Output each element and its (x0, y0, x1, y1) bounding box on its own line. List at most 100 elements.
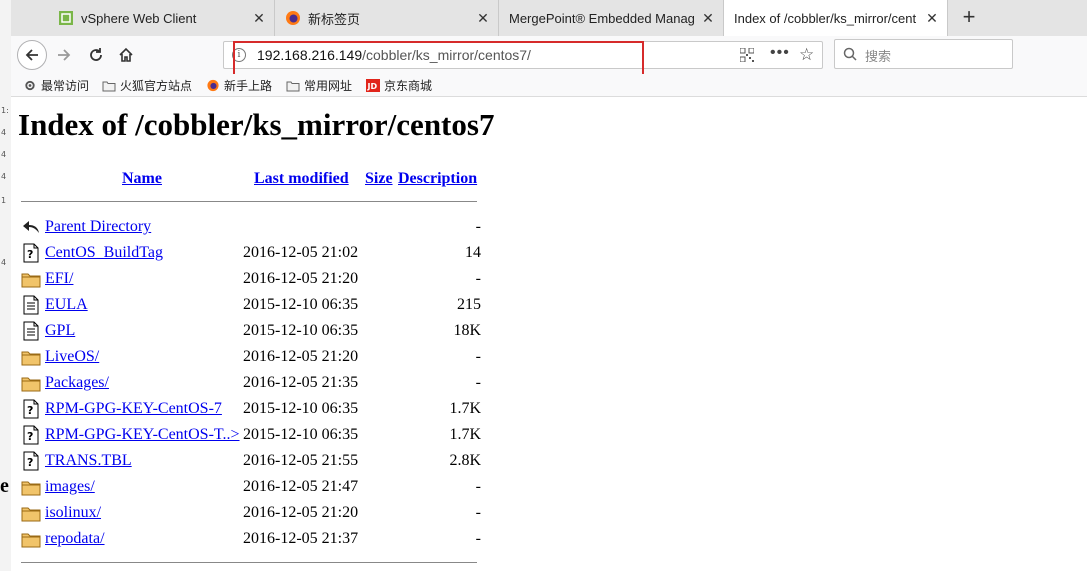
table-row: Packages/2016-12-05 21:35 - (21, 372, 481, 398)
close-icon[interactable]: ✕ (923, 10, 941, 27)
file-link[interactable]: TRANS.TBL (45, 452, 132, 470)
tab-title: MergePoint® Embedded Manag (509, 10, 695, 26)
reload-button[interactable] (81, 40, 111, 70)
last-modified: 2016-12-05 21:37 (243, 530, 359, 547)
last-modified: 2016-12-05 21:20 (243, 504, 359, 521)
new-tab-plus-icon[interactable]: + (955, 4, 983, 32)
table-row: ? TRANS.TBL 2016-12-05 21:55 2.8K (21, 450, 481, 476)
firefox-icon (207, 79, 219, 92)
forward-button[interactable] (49, 40, 79, 70)
file-link[interactable]: EFI/ (45, 270, 73, 288)
close-icon[interactable]: ✕ (699, 10, 717, 27)
text-file-icon (21, 295, 41, 315)
last-modified: 2016-12-05 21:55 (243, 452, 359, 469)
unknown-file-icon: ? (21, 451, 41, 471)
column-last-modified-link[interactable]: Last modified (254, 170, 349, 188)
table-row: LiveOS/2016-12-05 21:20 - (21, 346, 481, 372)
search-placeholder: 搜索 (865, 50, 892, 65)
close-icon[interactable]: ✕ (474, 10, 492, 27)
table-row: ? RPM-GPG-KEY-CentOS-7 2015-12-10 06:35 1.7… (21, 398, 481, 424)
file-size: - (475, 218, 481, 235)
table-row: EULA 2015-12-10 06:35 215 (21, 294, 481, 320)
tab-new-tab[interactable]: 新标签页 ✕ (275, 0, 499, 36)
tab-index-of-cobbler[interactable]: Index of /cobbler/ks_mirror/cent ✕ (724, 0, 948, 37)
bookmark-label: 新手上路 (224, 79, 273, 93)
forward-arrow-icon (58, 49, 71, 61)
bookmark-star-icon[interactable]: ☆ (799, 45, 814, 65)
file-link[interactable]: RPM-GPG-KEY-CentOS-7 (45, 400, 222, 418)
page-actions-icon[interactable]: ••• (770, 44, 790, 62)
file-link[interactable]: Packages/ (45, 374, 109, 392)
bookmark-common-sites[interactable]: 常用网址 (286, 77, 352, 94)
folder-icon (21, 347, 41, 367)
file-size: 215 (457, 296, 481, 313)
folder-icon (21, 529, 41, 549)
file-size: 1.7K (449, 400, 481, 417)
home-button[interactable] (111, 40, 141, 70)
last-modified: 2015-12-10 06:35 (243, 426, 359, 443)
back-icon (21, 217, 41, 237)
column-size-link[interactable]: Size (365, 170, 393, 188)
table-row: Parent Directory - (21, 216, 481, 242)
file-link[interactable]: GPL (45, 322, 75, 340)
folder-icon (286, 81, 300, 92)
page-title: Index of /cobbler/ks_mirror/centos7 (18, 107, 495, 142)
bookmark-label: 最常访问 (41, 79, 90, 93)
bookmark-firefox-official[interactable]: 火狐官方站点 (102, 77, 192, 94)
tab-title: vSphere Web Client (81, 10, 197, 26)
back-arrow-icon (25, 49, 38, 61)
directory-listing-page: Index of /cobbler/ks_mirror/centos7 Name… (11, 97, 1087, 571)
file-link[interactable]: repodata/ (45, 530, 105, 548)
footer-divider (21, 562, 477, 563)
file-size: - (475, 478, 481, 495)
search-input[interactable]: 搜索 (834, 39, 1013, 69)
file-size: 18K (453, 322, 481, 339)
table-row: repodata/2016-12-05 21:37 - (21, 528, 481, 554)
jd-logo-icon: JD (366, 79, 380, 92)
bookmark-label: 京东商城 (384, 79, 433, 93)
column-name-link[interactable]: Name (122, 170, 162, 188)
file-link[interactable]: isolinux/ (45, 504, 101, 522)
file-link[interactable]: RPM-GPG-KEY-CentOS-T..> (45, 426, 240, 444)
last-modified: 2015-12-10 06:35 (243, 296, 359, 313)
tab-bar: vSphere Web Client ✕ 新标签页 ✕ MergePoint® … (11, 0, 1087, 37)
close-icon[interactable]: ✕ (250, 10, 268, 27)
file-link[interactable]: EULA (45, 296, 88, 314)
file-link[interactable]: Parent Directory (45, 218, 151, 236)
text-file-icon (21, 321, 41, 341)
bookmarks-toolbar: 最常访问 火狐官方站点 新手上路 常用网址 JD 京东商城 (11, 74, 1087, 97)
home-icon (119, 47, 133, 62)
file-link[interactable]: LiveOS/ (45, 348, 99, 366)
back-button[interactable] (17, 40, 47, 70)
unknown-file-icon: ? (21, 399, 41, 419)
last-modified: 2016-12-05 21:20 (243, 348, 359, 365)
folder-icon (102, 81, 116, 92)
gear-icon (25, 80, 35, 91)
bookmark-getting-started[interactable]: 新手上路 (206, 77, 272, 94)
column-description-link[interactable]: Description (398, 170, 477, 188)
bookmark-most-visited[interactable]: 最常访问 (23, 77, 89, 94)
table-row: images/2016-12-05 21:47 - (21, 476, 481, 502)
bookmark-jd-mall[interactable]: JD 京东商城 (366, 77, 432, 94)
table-row: ? RPM-GPG-KEY-CentOS-T..> 2015-12-10 06:35… (21, 424, 481, 450)
file-size: - (475, 374, 481, 391)
tab-mergepoint[interactable]: MergePoint® Embedded Manag ✕ (499, 0, 724, 36)
file-link[interactable]: images/ (45, 478, 95, 496)
unknown-file-icon: ? (21, 243, 41, 263)
search-icon (843, 47, 857, 61)
last-modified: 2016-12-05 21:47 (243, 478, 359, 495)
folder-icon (21, 269, 41, 289)
svg-text:?: ? (27, 430, 33, 443)
last-modified: 2015-12-10 06:35 (243, 400, 359, 417)
file-size: - (475, 270, 481, 287)
tab-title: Index of /cobbler/ks_mirror/cent (734, 11, 917, 26)
vsphere-icon (59, 11, 73, 25)
qr-code-icon[interactable] (740, 48, 754, 62)
svg-text:?: ? (27, 248, 33, 261)
reload-icon (90, 48, 102, 61)
svg-text:?: ? (27, 404, 33, 417)
firefox-icon (286, 11, 300, 25)
tab-vsphere[interactable]: vSphere Web Client ✕ (48, 0, 275, 36)
file-link[interactable]: CentOS_BuildTag (45, 244, 163, 262)
table-row: ? CentOS_BuildTag 2016-12-05 21:02 14 (21, 242, 481, 268)
